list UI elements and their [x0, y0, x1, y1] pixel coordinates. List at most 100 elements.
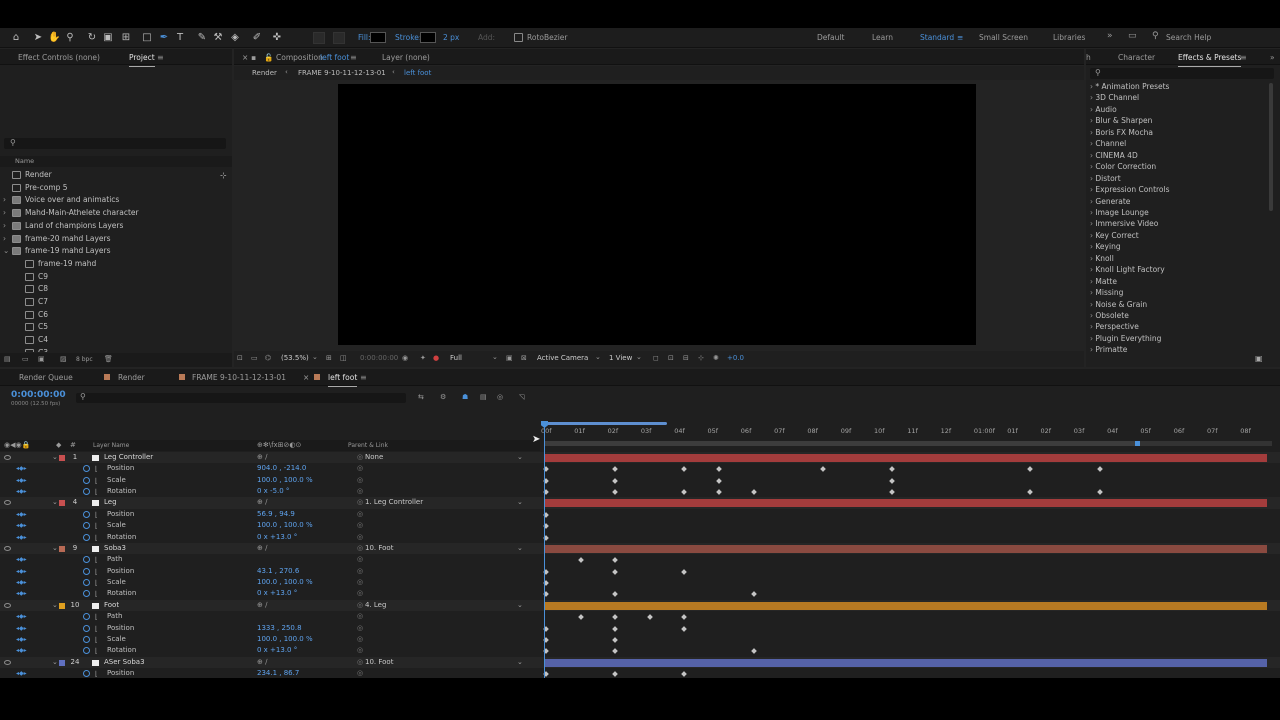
- stopwatch-icon[interactable]: [83, 488, 90, 496]
- keyframe[interactable]: [612, 489, 619, 495]
- effects-search-input[interactable]: ⚲: [1090, 68, 1274, 79]
- visibility-eye-icon[interactable]: [4, 659, 11, 665]
- switches-column-icons[interactable]: ⊕✻\fx⊞⊘◐⊙: [257, 441, 301, 449]
- effect-category[interactable]: › CINEMA 4D: [1090, 150, 1138, 161]
- more-workspaces-icon[interactable]: »: [1107, 31, 1113, 41]
- comp-mini-flowchart-icon[interactable]: ⇆: [418, 393, 424, 401]
- keyframe-navigator[interactable]: ◂◆▸: [16, 566, 27, 577]
- project-item[interactable]: ⌄ frame-19 mahd Layers: [0, 245, 230, 258]
- snapping-toggle[interactable]: [313, 32, 325, 44]
- stopwatch-icon[interactable]: [83, 476, 90, 484]
- effect-category[interactable]: › Image Lounge: [1090, 207, 1149, 218]
- stopwatch-icon[interactable]: [83, 579, 90, 587]
- property-row[interactable]: ◂◆▸ ⌊ Position 234.1 , 86.7 ◎: [0, 668, 1280, 678]
- layer-duration-bar[interactable]: [545, 499, 1267, 508]
- expression-pickwhip-icon[interactable]: ◎: [357, 532, 363, 543]
- parent-dropdown[interactable]: 10. Foot: [365, 543, 393, 554]
- 3d-view-icon[interactable]: ▭: [251, 354, 258, 362]
- property-row[interactable]: ◂◆▸ ⌊ Position 56.9 , 94.9 ◎: [0, 508, 1280, 521]
- workspace-menu-icon[interactable]: ≡: [957, 33, 963, 42]
- expression-pickwhip-icon[interactable]: ◎: [357, 566, 363, 577]
- puppet-tool-icon[interactable]: ✜: [271, 32, 283, 44]
- project-item[interactable]: Pre-comp 5: [0, 182, 230, 195]
- keyframe[interactable]: [716, 466, 722, 473]
- snapshot-icon[interactable]: ◉: [402, 354, 408, 362]
- tab-left-foot[interactable]: left foot: [328, 373, 358, 387]
- expression-pickwhip-icon[interactable]: ◎: [357, 668, 363, 678]
- parent-link-column[interactable]: Parent & Link: [348, 442, 388, 449]
- property-row[interactable]: ◂◆▸ ⌊ Rotation 0 x +13.0 ° ◎: [0, 645, 1280, 657]
- project-item[interactable]: frame-19 mahd: [0, 258, 230, 271]
- layer-name[interactable]: Soba3: [104, 543, 126, 554]
- show-snapshot-icon[interactable]: ✦: [420, 354, 426, 362]
- pen-tool-icon[interactable]: ✒: [158, 32, 170, 44]
- effect-category[interactable]: › Expression Controls: [1090, 184, 1170, 195]
- property-row[interactable]: ◂◆▸ ⌊ Position 904.0 , -214.0 ◎: [0, 463, 1280, 475]
- expression-pickwhip-icon[interactable]: ◎: [357, 577, 363, 588]
- effect-category[interactable]: › Boris FX Mocha: [1090, 127, 1153, 138]
- effect-category[interactable]: › Audio: [1090, 104, 1117, 115]
- new-preset-icon[interactable]: ▣: [1255, 354, 1263, 363]
- keyframe[interactable]: [612, 614, 619, 621]
- timeline-search-input[interactable]: ⚲: [76, 392, 406, 403]
- toggle-pixel-aspect-icon[interactable]: ◻: [653, 354, 659, 362]
- workspace-default[interactable]: Default: [817, 33, 844, 42]
- keyframe-navigator[interactable]: ◂◆▸: [16, 623, 27, 634]
- expander-icon[interactable]: ›: [3, 233, 6, 246]
- breadcrumb-left-foot[interactable]: left foot: [404, 69, 431, 77]
- effect-category[interactable]: › Generate: [1090, 196, 1130, 207]
- keyframe[interactable]: [750, 489, 757, 495]
- stroke-label[interactable]: Stroke:: [395, 33, 421, 42]
- layer-duration-bar[interactable]: [545, 544, 1267, 553]
- property-row[interactable]: ◂◆▸ ⌊ Rotation 0 x -5.0 ° ◎: [0, 486, 1280, 498]
- stopwatch-icon[interactable]: [83, 590, 90, 598]
- tab-frame[interactable]: FRAME 9-10-11-12-13-01: [192, 373, 286, 382]
- property-value[interactable]: 0 x +13.0 °: [257, 645, 297, 656]
- search-help-input[interactable]: Search Help: [1166, 33, 1211, 42]
- stopwatch-icon[interactable]: [83, 465, 90, 473]
- chevron-down-icon[interactable]: ⌄: [517, 600, 523, 611]
- expression-pickwhip-icon[interactable]: ◎: [357, 554, 363, 565]
- chevron-down-icon[interactable]: ⌄: [595, 353, 601, 361]
- viewer-lock-icon[interactable]: 🔓: [264, 53, 273, 62]
- project-settings-icon[interactable]: ▨: [60, 355, 67, 363]
- project-item[interactable]: C9: [0, 271, 230, 284]
- keyframe[interactable]: [750, 648, 757, 655]
- stopwatch-icon[interactable]: [83, 567, 90, 575]
- shy-switch-icon[interactable]: ⊕ ∕: [257, 600, 267, 611]
- layer-name[interactable]: Foot: [104, 600, 119, 611]
- panel-menu-icon[interactable]: ≡: [360, 373, 367, 382]
- keyframe[interactable]: [612, 477, 619, 484]
- stopwatch-icon[interactable]: [83, 556, 90, 564]
- pick-whip-icon[interactable]: ◎: [357, 497, 363, 508]
- keyframe-navigator[interactable]: ◂◆▸: [16, 486, 27, 497]
- shy-layers-icon[interactable]: ☗: [462, 393, 468, 401]
- clone-stamp-tool-icon[interactable]: ⚒: [212, 32, 224, 44]
- chevron-down-icon[interactable]: ⌄: [492, 353, 498, 361]
- layer-duration-bar[interactable]: [545, 658, 1267, 667]
- tab-render[interactable]: Render: [118, 373, 145, 382]
- stopwatch-icon[interactable]: [83, 647, 90, 655]
- stopwatch-icon[interactable]: [83, 613, 90, 621]
- layer-viewer-tab[interactable]: Layer (none): [382, 53, 430, 62]
- expression-pickwhip-icon[interactable]: ◎: [357, 611, 363, 622]
- workspace-libraries[interactable]: Libraries: [1053, 33, 1085, 42]
- rectangle-tool-icon[interactable]: □: [141, 32, 153, 44]
- property-value[interactable]: 1333 , 250.8: [257, 623, 302, 634]
- expression-pickwhip-icon[interactable]: ◎: [357, 486, 363, 497]
- fit-comp-icon[interactable]: ⊡: [668, 354, 674, 362]
- chevron-down-icon[interactable]: ⌄: [52, 497, 58, 508]
- exposure-reset-icon[interactable]: ✺: [713, 354, 719, 362]
- keyframe[interactable]: [612, 648, 619, 655]
- project-item[interactable]: › Land of champions Layers: [0, 220, 230, 233]
- effect-category[interactable]: › Matte: [1090, 276, 1117, 287]
- frame-blending-icon[interactable]: ▤: [480, 393, 487, 401]
- color-channel-icon[interactable]: ●: [433, 354, 439, 362]
- keyframe[interactable]: [1027, 466, 1034, 473]
- property-value[interactable]: 904.0 , -214.0: [257, 463, 306, 474]
- delete-icon[interactable]: 🗑: [104, 355, 113, 363]
- expression-pickwhip-icon[interactable]: ◎: [357, 509, 363, 520]
- project-item[interactable]: C6: [0, 309, 230, 322]
- chevron-down-icon[interactable]: ⌄: [312, 353, 318, 361]
- keyframe[interactable]: [681, 614, 688, 621]
